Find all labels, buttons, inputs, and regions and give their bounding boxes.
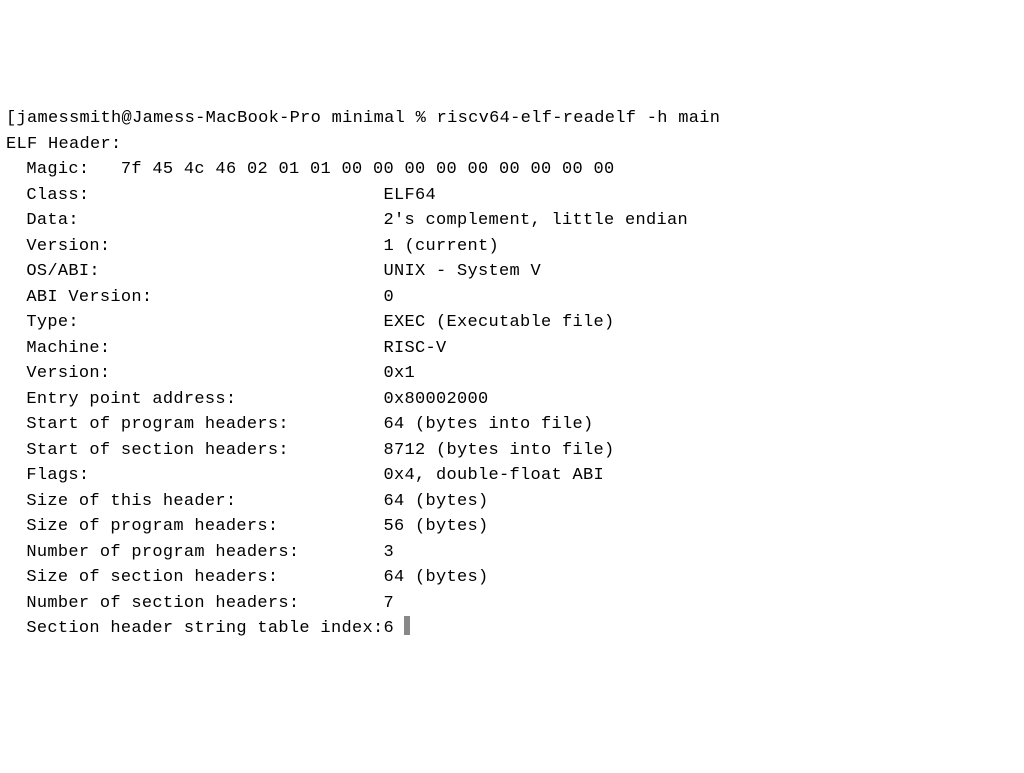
magic-value: 7f 45 4c 46 02 01 01 00 00 00 00 00 00 0…: [121, 160, 615, 179]
field-label: Section header string table index:: [6, 616, 383, 642]
field-value: 0x4, double-float ABI: [383, 463, 604, 489]
field-label: Class:: [6, 183, 383, 209]
field-row: Entry point address:0x80002000: [6, 387, 1018, 413]
prompt-user: jamessmith: [17, 109, 122, 128]
field-row: Version:1 (current): [6, 234, 1018, 260]
field-value: 6: [383, 616, 394, 642]
field-row: Class:ELF64: [6, 183, 1018, 209]
field-row: ABI Version:0: [6, 285, 1018, 311]
field-label: Size of this header:: [6, 489, 383, 515]
field-row: Type:EXEC (Executable file): [6, 310, 1018, 336]
field-value: 2's complement, little endian: [383, 208, 688, 234]
prompt-at: @: [122, 109, 133, 128]
prompt-symbol: %: [416, 109, 427, 128]
field-row: Flags:0x4, double-float ABI: [6, 463, 1018, 489]
prompt-line: [jamessmith@Jamess-MacBook-Pro minimal %…: [6, 106, 1018, 132]
field-row: OS/ABI:UNIX - System V: [6, 259, 1018, 285]
field-row: Number of section headers:7: [6, 591, 1018, 617]
fields-container: Class:ELF64Data:2's complement, little e…: [6, 183, 1018, 642]
field-value: 0: [383, 285, 394, 311]
field-label: Start of section headers:: [6, 438, 383, 464]
field-label: Flags:: [6, 463, 383, 489]
field-label: Machine:: [6, 336, 383, 362]
magic-label: Magic:: [26, 160, 89, 179]
field-label: Version:: [6, 234, 383, 260]
field-row: Machine:RISC-V: [6, 336, 1018, 362]
command-text: riscv64-elf-readelf -h main: [437, 109, 721, 128]
field-label: Number of program headers:: [6, 540, 383, 566]
field-row: Version:0x1: [6, 361, 1018, 387]
field-value: 64 (bytes into file): [383, 412, 593, 438]
field-value: UNIX - System V: [383, 259, 541, 285]
field-label: OS/ABI:: [6, 259, 383, 285]
field-label: Size of program headers:: [6, 514, 383, 540]
field-label: Entry point address:: [6, 387, 383, 413]
terminal-output[interactable]: [jamessmith@Jamess-MacBook-Pro minimal %…: [6, 106, 1018, 642]
field-value: RISC-V: [383, 336, 446, 362]
field-label: Size of section headers:: [6, 565, 383, 591]
field-label: Type:: [6, 310, 383, 336]
field-label: Number of section headers:: [6, 591, 383, 617]
field-value: EXEC (Executable file): [383, 310, 614, 336]
field-value: 3: [383, 540, 394, 566]
field-label: ABI Version:: [6, 285, 383, 311]
field-value: 1 (current): [383, 234, 499, 260]
field-label: Data:: [6, 208, 383, 234]
field-value: 7: [383, 591, 394, 617]
field-value: 0x80002000: [383, 387, 488, 413]
field-value: ELF64: [383, 183, 436, 209]
field-label: Version:: [6, 361, 383, 387]
field-value: 56 (bytes): [383, 514, 488, 540]
elf-header-title: ELF Header:: [6, 132, 1018, 158]
magic-row: Magic: 7f 45 4c 46 02 01 01 00 00 00 00 …: [6, 157, 1018, 183]
cursor-icon: [404, 616, 410, 635]
field-row: Size of section headers:64 (bytes): [6, 565, 1018, 591]
field-row: Start of section headers:8712 (bytes int…: [6, 438, 1018, 464]
prompt-host: Jamess-MacBook-Pro: [132, 109, 321, 128]
field-value: 8712 (bytes into file): [383, 438, 614, 464]
prompt-bracket: [: [6, 109, 17, 128]
field-row: Size of program headers:56 (bytes): [6, 514, 1018, 540]
prompt-directory: minimal: [332, 109, 406, 128]
field-row: Size of this header:64 (bytes): [6, 489, 1018, 515]
field-row: Start of program headers:64 (bytes into …: [6, 412, 1018, 438]
field-row: Data:2's complement, little endian: [6, 208, 1018, 234]
field-value: 0x1: [383, 361, 415, 387]
field-row: Number of program headers:3: [6, 540, 1018, 566]
field-value: 64 (bytes): [383, 565, 488, 591]
field-label: Start of program headers:: [6, 412, 383, 438]
field-value: 64 (bytes): [383, 489, 488, 515]
field-row: Section header string table index:6: [6, 616, 1018, 642]
